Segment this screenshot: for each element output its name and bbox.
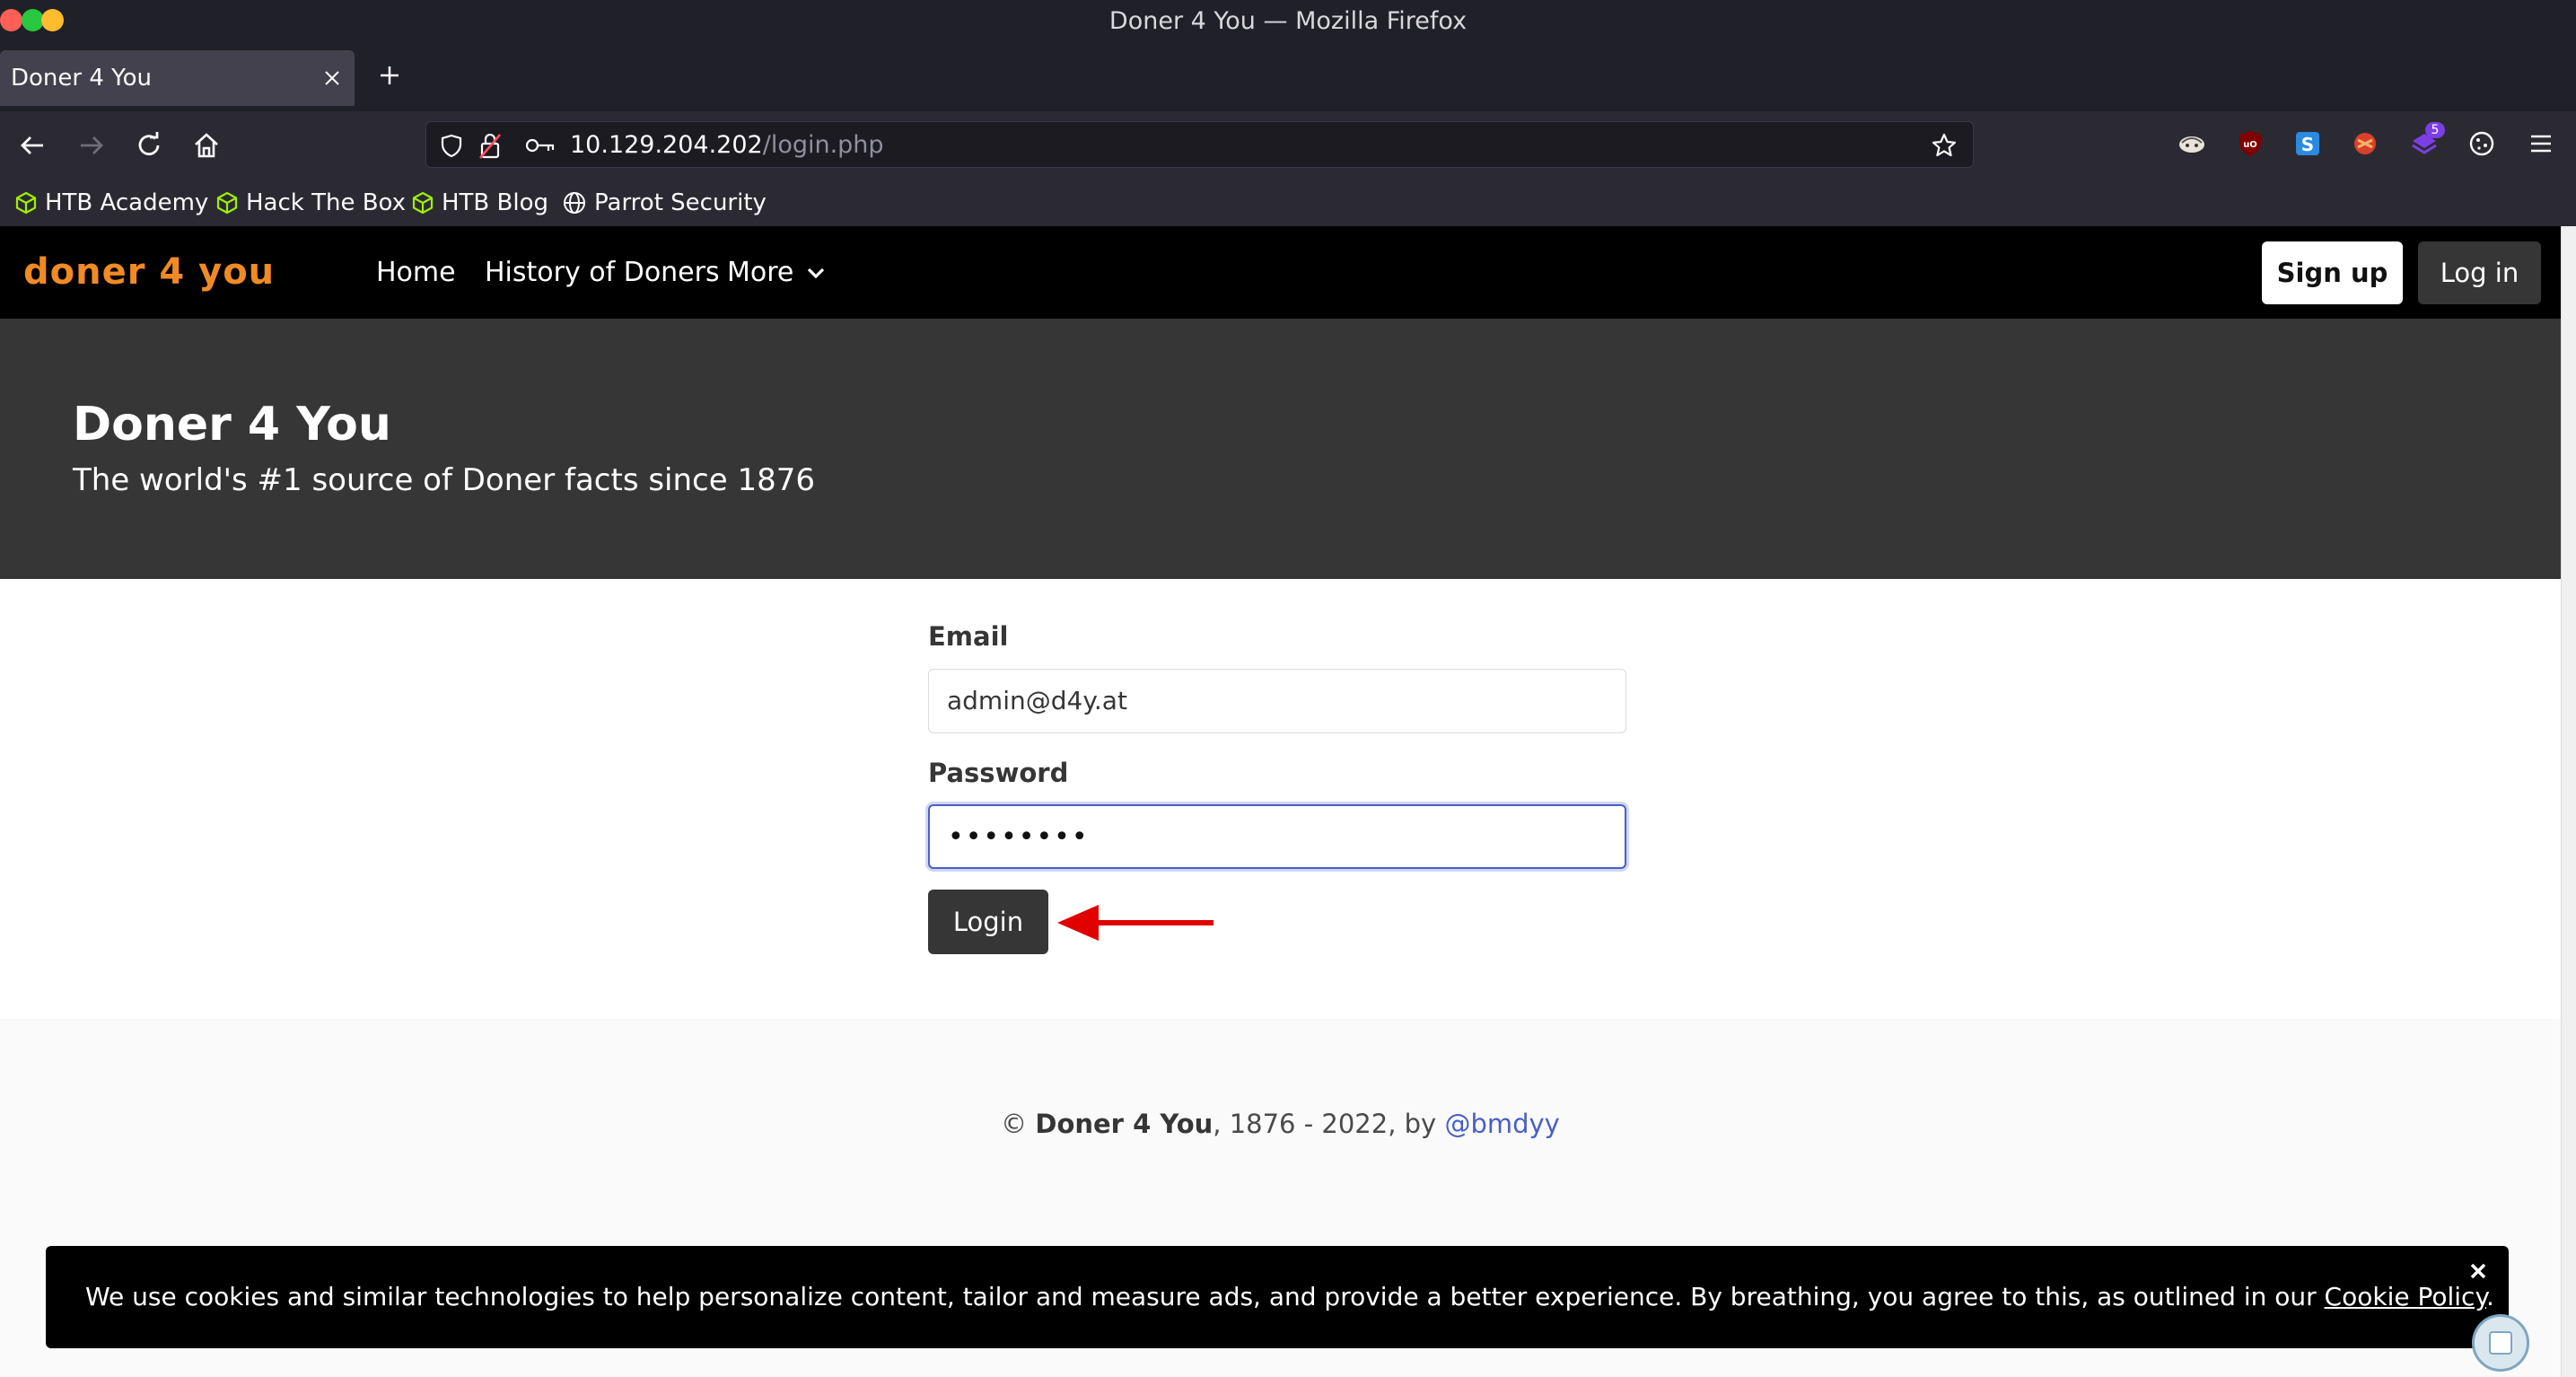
- bookmarks-toolbar: HTB Academy Hack The Box HTB Blog Parrot…: [0, 180, 2576, 226]
- signup-button[interactable]: Sign up: [2262, 241, 2403, 304]
- back-arrow-icon[interactable]: [16, 129, 48, 162]
- window-titlebar: Doner 4 You — Mozilla Firefox: [0, 0, 2576, 43]
- address-bar[interactable]: 10.129.204.202/login.php: [425, 121, 1974, 168]
- forward-arrow-icon[interactable]: [75, 129, 108, 162]
- minimize-window-button[interactable]: [41, 9, 64, 31]
- chat-widget-button[interactable]: [2472, 1314, 2529, 1372]
- footer-prefix: ©: [1001, 1109, 1036, 1139]
- cookie-text: We use cookies and similar technologies …: [85, 1246, 2494, 1348]
- insecure-lock-icon[interactable]: [478, 131, 502, 160]
- email-label: Email: [928, 621, 1009, 652]
- cookie-suffix: .: [2486, 1282, 2494, 1311]
- bookmark-star-icon[interactable]: [1931, 132, 1958, 159]
- bookmark-label: HTB Academy: [45, 189, 209, 216]
- hamburger-menu-icon[interactable]: [2526, 128, 2556, 159]
- chat-icon: [2489, 1331, 2512, 1355]
- hero-title: Doner 4 You: [73, 398, 391, 452]
- bookmark-label: Parrot Security: [594, 189, 767, 216]
- window-title: Doner 4 You — Mozilla Firefox: [1108, 7, 1468, 35]
- bookmark-hack-the-box[interactable]: Hack The Box: [215, 180, 406, 226]
- shield-icon[interactable]: [439, 133, 464, 158]
- spoof-icon[interactable]: [2177, 128, 2207, 159]
- login-nav-button[interactable]: Log in: [2418, 241, 2541, 304]
- hero-section: Doner 4 You The world's #1 source of Don…: [0, 319, 2561, 579]
- site-logo[interactable]: doner 4 you: [23, 251, 275, 293]
- nav-more-dropdown[interactable]: More: [727, 226, 826, 319]
- nav-history-link[interactable]: History of Doners: [485, 226, 720, 319]
- cookie-icon[interactable]: [2466, 128, 2497, 159]
- tab-doner-4-you[interactable]: Doner 4 You: [0, 50, 355, 106]
- close-window-button[interactable]: [0, 9, 22, 31]
- svg-text:S: S: [2301, 134, 2314, 155]
- extension-badge: 5: [2425, 122, 2445, 138]
- bookmark-htb-academy[interactable]: HTB Academy: [14, 180, 208, 226]
- bookmark-label: Hack The Box: [246, 189, 407, 216]
- addon-red-icon[interactable]: [2350, 128, 2380, 159]
- home-icon[interactable]: [190, 129, 223, 162]
- close-icon[interactable]: [2467, 1260, 2489, 1282]
- svg-text:uO: uO: [2243, 140, 2257, 150]
- url-path: /login.php: [762, 131, 884, 159]
- footer-text: © Doner 4 You, 1876 - 2022, by @bmdyy: [0, 1109, 2561, 1139]
- key-icon[interactable]: [525, 135, 556, 156]
- new-tab-icon[interactable]: [375, 61, 404, 90]
- footer-middle: , 1876 - 2022, by: [1213, 1109, 1445, 1139]
- footer-brand: Doner 4 You: [1035, 1109, 1214, 1139]
- globe-icon: [564, 192, 585, 214]
- bookmark-label: HTB Blog: [442, 189, 549, 216]
- ublock-icon[interactable]: uO: [2235, 128, 2265, 159]
- site-navbar: doner 4 you Home History of Doners More …: [0, 226, 2561, 319]
- close-icon[interactable]: [322, 68, 342, 88]
- chevron-down-icon: [808, 268, 825, 278]
- email-field[interactable]: admin@d4y.at: [928, 669, 1626, 733]
- annotation-arrow-icon: [1057, 905, 1214, 941]
- cube-icon: [412, 191, 434, 215]
- login-submit-button[interactable]: Login: [928, 890, 1048, 954]
- tab-title: Doner 4 You: [11, 65, 152, 92]
- cookie-message: We use cookies and similar technologies …: [85, 1282, 2325, 1311]
- cookie-banner: We use cookies and similar technologies …: [46, 1246, 2509, 1348]
- reload-icon[interactable]: [133, 129, 165, 162]
- password-field[interactable]: ••••••••: [928, 804, 1626, 869]
- web-page: doner 4 you Home History of Doners More …: [0, 226, 2561, 1377]
- password-label: Password: [928, 758, 1069, 788]
- nav-more-label: More: [727, 257, 794, 288]
- bookmark-htb-blog[interactable]: HTB Blog: [411, 180, 548, 226]
- page-scrollbar[interactable]: [2561, 226, 2576, 1377]
- nav-home-link[interactable]: Home: [376, 226, 456, 319]
- cube-icon: [216, 191, 238, 215]
- footer-author-link[interactable]: @bmdyy: [1444, 1109, 1559, 1139]
- s-icon[interactable]: S: [2292, 128, 2323, 159]
- cookie-policy-link[interactable]: Cookie Policy: [2325, 1282, 2486, 1311]
- hero-subtitle: The world's #1 source of Doner facts sin…: [73, 462, 815, 498]
- url-host: 10.129.204.202: [570, 131, 763, 159]
- bookmark-parrot-security[interactable]: Parrot Security: [562, 180, 767, 226]
- cube-icon: [15, 191, 37, 215]
- url-text[interactable]: 10.129.204.202/login.php: [570, 122, 884, 169]
